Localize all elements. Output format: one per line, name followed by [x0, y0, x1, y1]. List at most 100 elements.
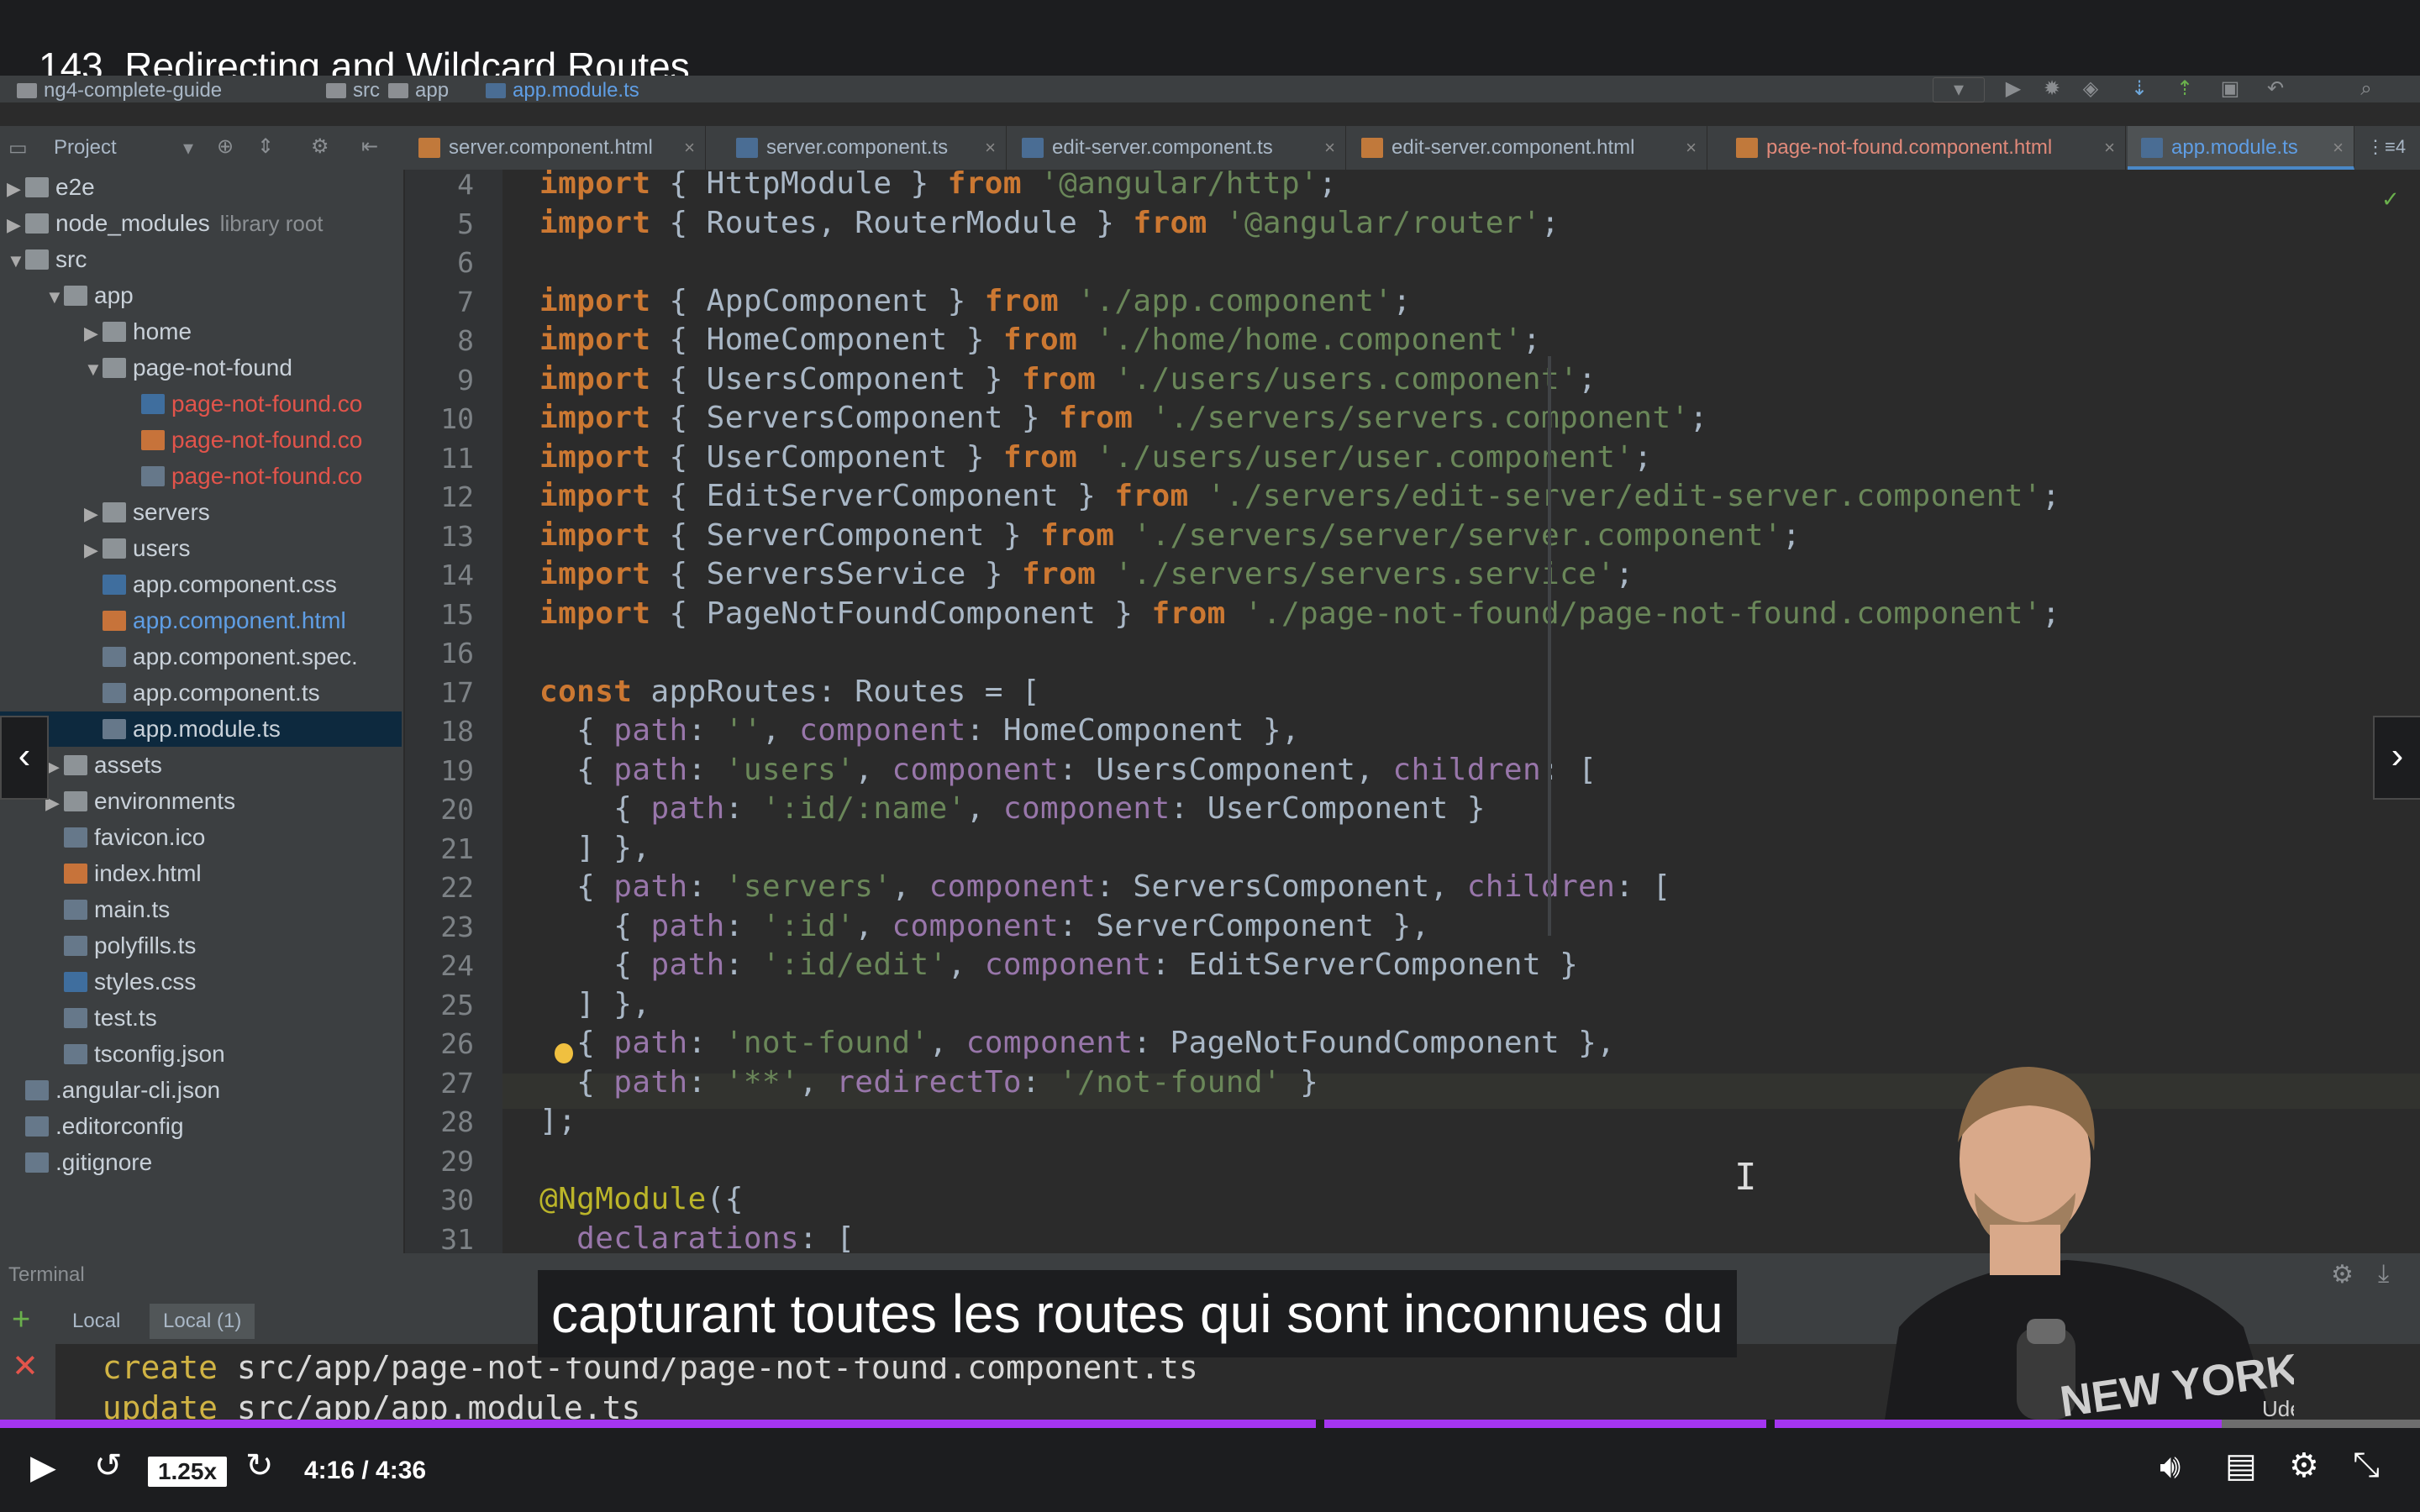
tree-item[interactable]: test.ts: [0, 1000, 157, 1036]
chevron-down-icon[interactable]: ▼: [45, 280, 64, 315]
tree-item[interactable]: ▶ servers: [0, 495, 210, 530]
code-token: 'not-found': [724, 1026, 929, 1060]
close-icon[interactable]: ×: [1686, 126, 1697, 170]
terminal-tab-local-1[interactable]: Local (1): [150, 1304, 255, 1339]
tree-item[interactable]: favicon.ico: [0, 820, 205, 855]
terminal-tab-local[interactable]: Local: [59, 1304, 134, 1339]
close-icon[interactable]: ×: [2333, 126, 2344, 170]
tree-item[interactable]: page-not-found.co: [0, 459, 362, 494]
tab-server-component-html[interactable]: server.component.html ×: [405, 126, 706, 170]
breadcrumb-app[interactable]: app: [388, 79, 449, 102]
tree-item[interactable]: styles.css: [0, 964, 196, 1000]
tab-server-component-ts[interactable]: server.component.ts ×: [723, 126, 1007, 170]
close-terminal-icon[interactable]: ✕: [12, 1347, 39, 1385]
tab-app-module-ts[interactable]: app.module.ts ×: [2128, 126, 2354, 170]
target-icon[interactable]: ⊕: [217, 134, 234, 159]
tree-item[interactable]: app.component.ts: [0, 675, 320, 711]
code-token: '/not-found': [1059, 1064, 1281, 1100]
tab-edit-server-component-ts[interactable]: edit-server.component.ts ×: [1008, 126, 1346, 170]
tree-item-label: .editorconfig: [55, 1113, 184, 1139]
line-number: 11: [440, 441, 474, 475]
revert-icon[interactable]: ↶: [2262, 77, 2289, 101]
terminal-token: update: [64, 1389, 218, 1424]
play-icon[interactable]: ▶: [30, 1448, 56, 1487]
code-token: : ServersComponent,: [1096, 869, 1467, 904]
tree-item[interactable]: ▼ src: [0, 242, 87, 277]
code-token: { ServersService }: [650, 557, 1022, 591]
debug-icon[interactable]: ✹: [2039, 77, 2065, 101]
tree-item[interactable]: .editorconfig: [0, 1109, 184, 1144]
volume-icon[interactable]: 🔊︎: [2160, 1448, 2181, 1486]
settings-icon[interactable]: ⚙: [2289, 1446, 2319, 1485]
tree-item[interactable]: ▶ users: [0, 531, 190, 566]
tab-edit-server-component-html[interactable]: edit-server.component.html ×: [1348, 126, 1707, 170]
progress-bar[interactable]: [0, 1420, 2420, 1428]
chevron-down-icon[interactable]: ▼: [84, 352, 103, 387]
search-icon[interactable]: ⌕: [2353, 77, 2380, 101]
run-icon[interactable]: ▶: [2000, 77, 2027, 101]
tree-item[interactable]: app.component.html: [0, 603, 346, 638]
close-icon[interactable]: ×: [985, 126, 996, 170]
chevron-right-icon[interactable]: ▶: [7, 207, 25, 243]
tree-item[interactable]: tsconfig.json: [0, 1037, 225, 1072]
breadcrumb-src[interactable]: src: [326, 79, 380, 102]
vcs-update-icon[interactable]: ⇣: [2126, 77, 2153, 101]
tree-item[interactable]: .gitignore: [0, 1145, 152, 1180]
breadcrumb-project[interactable]: ng4-complete-guide: [17, 79, 222, 102]
playback-rate-button[interactable]: 1.25x: [148, 1457, 227, 1487]
tree-item[interactable]: index.html: [0, 856, 202, 891]
code-token: : UserComponent }: [1170, 791, 1486, 826]
close-icon[interactable]: ×: [684, 126, 695, 170]
next-lecture-button[interactable]: ›: [2373, 716, 2420, 800]
tree-item[interactable]: ▼ app: [0, 278, 134, 313]
tree-item[interactable]: page-not-found.co: [0, 423, 362, 458]
tree-item[interactable]: ▼ page-not-found: [0, 350, 292, 386]
tree-item[interactable]: app.component.css: [0, 567, 337, 602]
chevron-right-icon[interactable]: ▶: [84, 533, 103, 568]
terminal-token: create: [64, 1349, 218, 1386]
run-config-dropdown-icon[interactable]: ▾: [1933, 77, 1985, 102]
code-token: path: [613, 1026, 688, 1060]
close-icon[interactable]: ×: [2104, 126, 2115, 170]
tree-item[interactable]: page-not-found.co: [0, 386, 362, 422]
code-token: './servers/edit-server/edit-server.compo…: [1207, 479, 2043, 513]
close-icon[interactable]: ×: [1324, 126, 1335, 170]
hide-panel-icon[interactable]: ⤓: [2378, 1260, 2389, 1289]
rewind-icon[interactable]: ↺: [94, 1446, 123, 1485]
tree-item[interactable]: main.ts: [0, 892, 170, 927]
tree-item-label: environments: [94, 788, 236, 814]
chevron-down-icon[interactable]: ▼: [7, 244, 25, 279]
add-terminal-icon[interactable]: +: [12, 1302, 30, 1338]
tree-item[interactable]: app.module.ts: [0, 711, 402, 747]
forward-icon[interactable]: ↻: [245, 1446, 274, 1485]
gear-icon[interactable]: ⚙: [311, 134, 329, 159]
vcs-commit-icon[interactable]: ⇡: [2171, 77, 2198, 101]
previous-lecture-button[interactable]: ‹: [0, 716, 49, 800]
tree-item[interactable]: ▶ home: [0, 314, 192, 349]
coverage-icon[interactable]: ◈: [2077, 77, 2104, 101]
chevron-right-icon[interactable]: ▶: [7, 171, 25, 207]
tree-item[interactable]: ▶ e2e: [0, 170, 95, 205]
code-token: ] },: [539, 986, 651, 1021]
tree-item[interactable]: ▶ node_modules library root: [0, 206, 324, 241]
project-view-icon[interactable]: ▭: [8, 136, 28, 160]
vcs-history-icon[interactable]: ▣: [2217, 77, 2244, 101]
captions-icon[interactable]: ▤: [2225, 1446, 2257, 1485]
chevron-right-icon[interactable]: ▶: [84, 496, 103, 532]
code-token: { Routes, RouterModule }: [650, 205, 1134, 240]
chevron-down-icon[interactable]: ▾: [183, 136, 193, 160]
fullscreen-icon[interactable]: ⤡: [2353, 1446, 2380, 1484]
collapse-icon[interactable]: ⇕: [257, 134, 274, 159]
file-file-icon: [141, 466, 165, 486]
gear-icon[interactable]: ⚙: [2331, 1260, 2354, 1289]
breadcrumb-file[interactable]: app.module.ts: [486, 79, 639, 102]
hide-panel-icon[interactable]: ⇤: [361, 134, 378, 159]
tree-item[interactable]: .angular-cli.json: [0, 1073, 220, 1108]
tree-item[interactable]: polyfills.ts: [0, 928, 196, 963]
project-panel-label[interactable]: Project: [54, 136, 117, 160]
tab-page-not-found-component-html[interactable]: page-not-found.component.html ×: [1723, 126, 2126, 170]
tree-item[interactable]: app.component.spec.: [0, 639, 358, 675]
tab-overflow-button[interactable]: ⋮≡4: [2366, 136, 2406, 158]
chevron-right-icon[interactable]: ▶: [84, 316, 103, 351]
